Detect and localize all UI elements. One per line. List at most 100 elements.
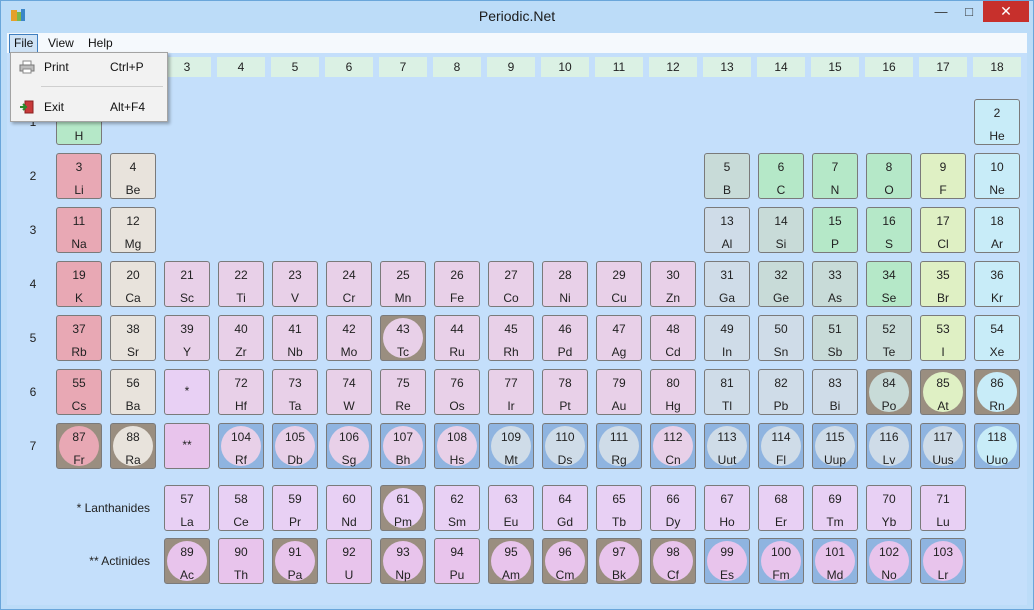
element-ti[interactable]: 22 Ti: [218, 261, 264, 307]
element-sg[interactable]: 106 Sg: [326, 423, 372, 469]
lanthanides-placeholder[interactable]: *: [164, 369, 210, 415]
element-pt[interactable]: 78 Pt: [542, 369, 588, 415]
element-eu[interactable]: 63 Eu: [488, 485, 534, 531]
element-ru[interactable]: 44 Ru: [434, 315, 480, 361]
element-hg[interactable]: 80 Hg: [650, 369, 696, 415]
actinides-placeholder[interactable]: **: [164, 423, 210, 469]
element-tl[interactable]: 81 Tl: [704, 369, 750, 415]
element-pm[interactable]: 61 Pm: [380, 485, 426, 531]
element-au[interactable]: 79 Au: [596, 369, 642, 415]
element-ca[interactable]: 20 Ca: [110, 261, 156, 307]
element-sm[interactable]: 62 Sm: [434, 485, 480, 531]
element-al[interactable]: 13 Al: [704, 207, 750, 253]
element-c[interactable]: 6C: [758, 153, 804, 199]
element-sb[interactable]: 51 Sb: [812, 315, 858, 361]
element-uuo[interactable]: 118 Uuo: [974, 423, 1020, 469]
element-cf[interactable]: 98 Cf: [650, 538, 696, 584]
element-si[interactable]: 14 Si: [758, 207, 804, 253]
element-ta[interactable]: 73 Ta: [272, 369, 318, 415]
element-ce[interactable]: 58 Ce: [218, 485, 264, 531]
menu-item-print[interactable]: Print Ctrl+P: [11, 56, 167, 78]
element-mo[interactable]: 42 Mo: [326, 315, 372, 361]
element-rg[interactable]: 111 Rg: [596, 423, 642, 469]
element-es[interactable]: 99 Es: [704, 538, 750, 584]
element-ni[interactable]: 28 Ni: [542, 261, 588, 307]
element-pd[interactable]: 46 Pd: [542, 315, 588, 361]
element-tc[interactable]: 43 Tc: [380, 315, 426, 361]
element-y[interactable]: 39 Y: [164, 315, 210, 361]
element-f[interactable]: 9F: [920, 153, 966, 199]
element-cm[interactable]: 96 Cm: [542, 538, 588, 584]
element-th[interactable]: 90 Th: [218, 538, 264, 584]
element-ds[interactable]: 110 Ds: [542, 423, 588, 469]
element-sr[interactable]: 38 Sr: [110, 315, 156, 361]
element-u[interactable]: 92 U: [326, 538, 372, 584]
element-bk[interactable]: 97 Bk: [596, 538, 642, 584]
element-cd[interactable]: 48 Cd: [650, 315, 696, 361]
element-bh[interactable]: 107 Bh: [380, 423, 426, 469]
element-dy[interactable]: 66 Dy: [650, 485, 696, 531]
menu-file[interactable]: File: [9, 34, 39, 54]
element-rf[interactable]: 104 Rf: [218, 423, 264, 469]
element-mn[interactable]: 25 Mn: [380, 261, 426, 307]
element-p[interactable]: 15 P: [812, 207, 858, 253]
element-uut[interactable]: 113 Uut: [704, 423, 750, 469]
element-yb[interactable]: 70 Yb: [866, 485, 912, 531]
element-fm[interactable]: 100 Fm: [758, 538, 804, 584]
element-la[interactable]: 57 La: [164, 485, 210, 531]
element-cu[interactable]: 29 Cu: [596, 261, 642, 307]
element-cl[interactable]: 17 Cl: [920, 207, 966, 253]
element-uup[interactable]: 115 Uup: [812, 423, 858, 469]
element-zn[interactable]: 30 Zn: [650, 261, 696, 307]
element-li[interactable]: 3 Li: [56, 153, 102, 199]
element-nb[interactable]: 41 Nb: [272, 315, 318, 361]
element-os[interactable]: 76 Os: [434, 369, 480, 415]
element-v[interactable]: 23 V: [272, 261, 318, 307]
element-w[interactable]: 74 W: [326, 369, 372, 415]
element-s[interactable]: 16 S: [866, 207, 912, 253]
element-ir[interactable]: 77 Ir: [488, 369, 534, 415]
element-no[interactable]: 102 No: [866, 538, 912, 584]
element-kr[interactable]: 36 Kr: [974, 261, 1020, 307]
element-lv[interactable]: 116 Lv: [866, 423, 912, 469]
element-tm[interactable]: 69 Tm: [812, 485, 858, 531]
element-cn[interactable]: 112 Cn: [650, 423, 696, 469]
element-hf[interactable]: 72 Hf: [218, 369, 264, 415]
element-mt[interactable]: 109 Mt: [488, 423, 534, 469]
element-pb[interactable]: 82 Pb: [758, 369, 804, 415]
element-fl[interactable]: 114 Fl: [758, 423, 804, 469]
element-he[interactable]: 2 He: [974, 99, 1020, 145]
element-lu[interactable]: 71 Lu: [920, 485, 966, 531]
element-gd[interactable]: 64 Gd: [542, 485, 588, 531]
element-sn[interactable]: 50 Sn: [758, 315, 804, 361]
element-n[interactable]: 7N: [812, 153, 858, 199]
element-te[interactable]: 52 Te: [866, 315, 912, 361]
element-b[interactable]: 5B: [704, 153, 750, 199]
element-co[interactable]: 27 Co: [488, 261, 534, 307]
element-ne[interactable]: 10 Ne: [974, 153, 1020, 199]
element-at[interactable]: 85 At: [920, 369, 966, 415]
element-nd[interactable]: 60 Nd: [326, 485, 372, 531]
element-ga[interactable]: 31 Ga: [704, 261, 750, 307]
element-np[interactable]: 93 Np: [380, 538, 426, 584]
element-db[interactable]: 105 Db: [272, 423, 318, 469]
element-be[interactable]: 4 Be: [110, 153, 156, 199]
element-o[interactable]: 8O: [866, 153, 912, 199]
element-er[interactable]: 68 Er: [758, 485, 804, 531]
element-tb[interactable]: 65 Tb: [596, 485, 642, 531]
element-ac[interactable]: 89 Ac: [164, 538, 210, 584]
close-button[interactable]: ✕: [983, 1, 1029, 22]
element-ho[interactable]: 67 Ho: [704, 485, 750, 531]
element-mg[interactable]: 12 Mg: [110, 207, 156, 253]
menu-help[interactable]: Help: [84, 34, 117, 52]
element-k[interactable]: 19 K: [56, 261, 102, 307]
element-fr[interactable]: 87 Fr: [56, 423, 102, 469]
element-re[interactable]: 75 Re: [380, 369, 426, 415]
element-pu[interactable]: 94 Pu: [434, 538, 480, 584]
element-pa[interactable]: 91 Pa: [272, 538, 318, 584]
element-rn[interactable]: 86 Rn: [974, 369, 1020, 415]
element-as[interactable]: 33 As: [812, 261, 858, 307]
element-uus[interactable]: 117 Uus: [920, 423, 966, 469]
element-rb[interactable]: 37 Rb: [56, 315, 102, 361]
minimize-button[interactable]: —: [927, 1, 955, 22]
